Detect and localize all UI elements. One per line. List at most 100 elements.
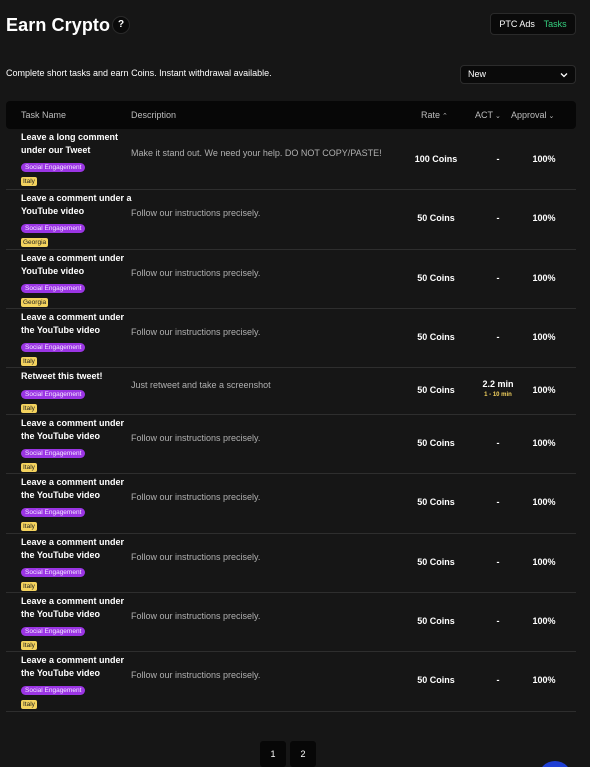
help-icon[interactable]: ? — [112, 16, 130, 34]
caret-up-icon: ⌃ — [442, 113, 448, 120]
act-value: - — [496, 557, 500, 567]
chevron-down-icon: ⌄ — [548, 113, 555, 120]
country-badge: Georgia — [21, 238, 49, 247]
task-approval: 100% — [532, 154, 556, 164]
task-name-cell: Leave a comment under the YouTube video … — [21, 476, 133, 531]
task-name: Leave a comment under the YouTube video — [21, 477, 125, 500]
task-name-cell: Leave a comment under the YouTube video … — [21, 536, 133, 591]
task-description: Follow our instructions precisely. — [131, 268, 261, 278]
category-badge: Social Engagement — [21, 284, 86, 293]
act-value: - — [496, 273, 500, 283]
country-badge: Italy — [21, 641, 37, 650]
pagination: 1 2 — [260, 741, 316, 767]
task-description: Follow our instructions precisely. — [131, 552, 261, 562]
task-approval: 100% — [532, 616, 556, 626]
country-badge: Italy — [21, 403, 37, 413]
task-name-cell: Leave a long comment under our Tweet Soc… — [21, 131, 133, 186]
page-button-1[interactable]: 1 — [260, 741, 286, 767]
table-row[interactable]: Leave a comment under the YouTube video … — [6, 474, 576, 534]
act-value: - — [496, 675, 500, 685]
task-description: Follow our instructions precisely. — [131, 433, 261, 443]
country-badge: Italy — [21, 582, 37, 591]
task-approval: 100% — [532, 332, 556, 342]
chevron-down-icon — [560, 73, 568, 78]
task-approval: 100% — [532, 438, 556, 448]
task-name: Leave a long comment under our Tweet — [21, 132, 119, 155]
category-badge: Social Engagement — [21, 343, 86, 352]
table-row[interactable]: Leave a comment under the YouTube video … — [6, 593, 576, 652]
tasks-table: Task Name Description Rate ⌃ ACT ⌄ Approva… — [6, 101, 576, 712]
column-act-label: ACT — [475, 110, 493, 120]
task-name-cell: Leave a comment under the YouTube video … — [21, 595, 133, 650]
country-badge: Italy — [21, 463, 37, 472]
table-row[interactable]: Leave a comment under the YouTube video … — [6, 652, 576, 712]
category-badge: Social Engagement — [21, 224, 86, 233]
task-description: Follow our instructions precisely. — [131, 208, 261, 218]
task-name: Leave a comment under the YouTube video — [21, 655, 125, 678]
act-value: - — [496, 616, 500, 626]
task-name: Leave a comment under the YouTube video — [21, 418, 125, 441]
act-value: - — [496, 213, 500, 223]
task-name-cell: Leave a comment under the YouTube video … — [21, 417, 133, 472]
column-approval-label: Approval — [511, 110, 547, 120]
tab-tasks[interactable]: Tasks — [544, 19, 567, 29]
task-approval: 100% — [532, 213, 556, 223]
task-name: Leave a comment under the YouTube video — [21, 312, 125, 335]
act-value: - — [496, 332, 500, 342]
task-approval: 100% — [532, 385, 556, 395]
earn-crypto-page: Earn Crypto ? PTC Ads Tasks Complete sho… — [0, 0, 590, 767]
category-badge: Social Engagement — [21, 389, 86, 399]
task-name-cell: Leave a comment under the YouTube video … — [21, 311, 133, 366]
table-row[interactable]: Leave a comment under YouTube video Soci… — [6, 250, 576, 309]
table-row[interactable]: Leave a comment under the YouTube video … — [6, 309, 576, 368]
tab-switcher: PTC Ads Tasks — [490, 13, 576, 35]
task-approval: 100% — [532, 557, 556, 567]
column-act[interactable]: ACT ⌄ — [475, 110, 501, 120]
column-rate[interactable]: Rate ⌃ — [421, 110, 448, 120]
country-badge: Italy — [21, 522, 37, 531]
task-description: Follow our instructions precisely. — [131, 327, 261, 337]
task-name: Leave a comment under the YouTube video — [21, 596, 125, 619]
country-badge: Italy — [21, 177, 37, 186]
task-description: Just retweet and take a screenshot — [131, 380, 271, 390]
task-approval: 100% — [532, 273, 556, 283]
task-approval: 100% — [532, 675, 556, 685]
sort-selected-value: New — [468, 69, 487, 79]
tab-ptc-ads[interactable]: PTC Ads — [499, 19, 535, 29]
category-badge: Social Engagement — [21, 568, 86, 577]
table-row[interactable]: Leave a comment under the YouTube video … — [6, 415, 576, 474]
table-row[interactable]: Retweet this tweet! Social Engagement It… — [6, 368, 576, 415]
table-row[interactable]: Leave a comment under the YouTube video … — [6, 534, 576, 593]
task-description: Make it stand out. We need your help. DO… — [131, 148, 382, 158]
task-description: Follow our instructions precisely. — [131, 611, 261, 621]
chat-bubble-icon[interactable] — [538, 761, 572, 767]
table-row[interactable]: Leave a comment under a YouTube video So… — [6, 190, 576, 250]
task-name: Leave a comment under a YouTube video — [21, 193, 132, 216]
country-badge: Italy — [21, 357, 37, 366]
column-task-name: Task Name — [21, 110, 67, 120]
act-value: - — [496, 497, 500, 507]
column-approval[interactable]: Approval ⌄ — [511, 110, 554, 120]
task-name: Retweet this tweet! — [21, 371, 103, 381]
column-description: Description — [131, 110, 177, 120]
task-name-cell: Leave a comment under YouTube video Soci… — [21, 252, 133, 307]
task-approval: 100% — [532, 497, 556, 507]
chevron-down-icon: ⌄ — [495, 113, 501, 120]
task-name: Leave a comment under YouTube video — [21, 253, 125, 276]
sort-dropdown[interactable]: New — [460, 65, 576, 84]
task-description: Follow our instructions precisely. — [131, 492, 261, 502]
category-badge: Social Engagement — [21, 686, 86, 695]
column-rate-label: Rate — [421, 110, 441, 120]
country-badge: Italy — [21, 700, 37, 709]
task-description: Follow our instructions precisely. — [131, 670, 261, 680]
page-header: Earn Crypto ? PTC Ads Tasks — [6, 13, 576, 38]
task-name-cell: Leave a comment under a YouTube video So… — [21, 192, 133, 247]
page-title: Earn Crypto — [6, 15, 111, 35]
table-row[interactable]: Leave a long comment under our Tweet Soc… — [6, 129, 576, 190]
page-button-2[interactable]: 2 — [290, 741, 316, 767]
act-value: - — [496, 154, 500, 164]
page-subtitle: Complete short tasks and earn Coins. Ins… — [6, 68, 272, 78]
category-badge: Social Engagement — [21, 627, 86, 636]
task-name-cell: Retweet this tweet! Social Engagement It… — [21, 370, 133, 413]
category-badge: Social Engagement — [21, 508, 86, 517]
